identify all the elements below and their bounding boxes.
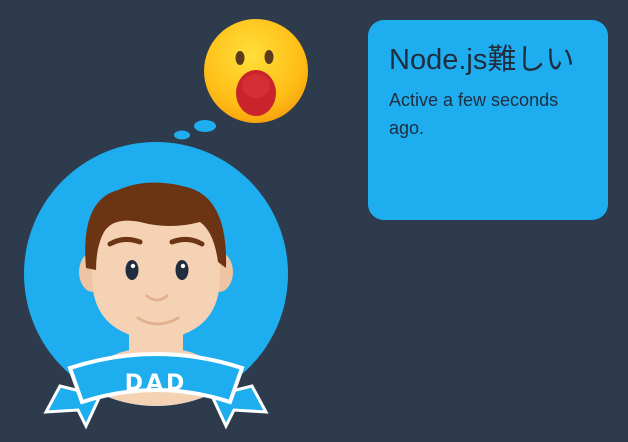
avatar-illustration: DAD bbox=[24, 19, 308, 430]
dad-badge-label: DAD bbox=[125, 371, 188, 396]
astonished-face-emoji-icon bbox=[204, 19, 308, 123]
dad-badge-ribbon: DAD bbox=[43, 352, 269, 430]
status-title: Node.js難しい bbox=[389, 44, 575, 76]
thought-bubble-dots bbox=[174, 120, 216, 140]
status-card: Node.js難しい Active a few seconds ago. bbox=[368, 20, 608, 220]
status-subtitle: Active a few seconds ago. bbox=[389, 90, 559, 138]
